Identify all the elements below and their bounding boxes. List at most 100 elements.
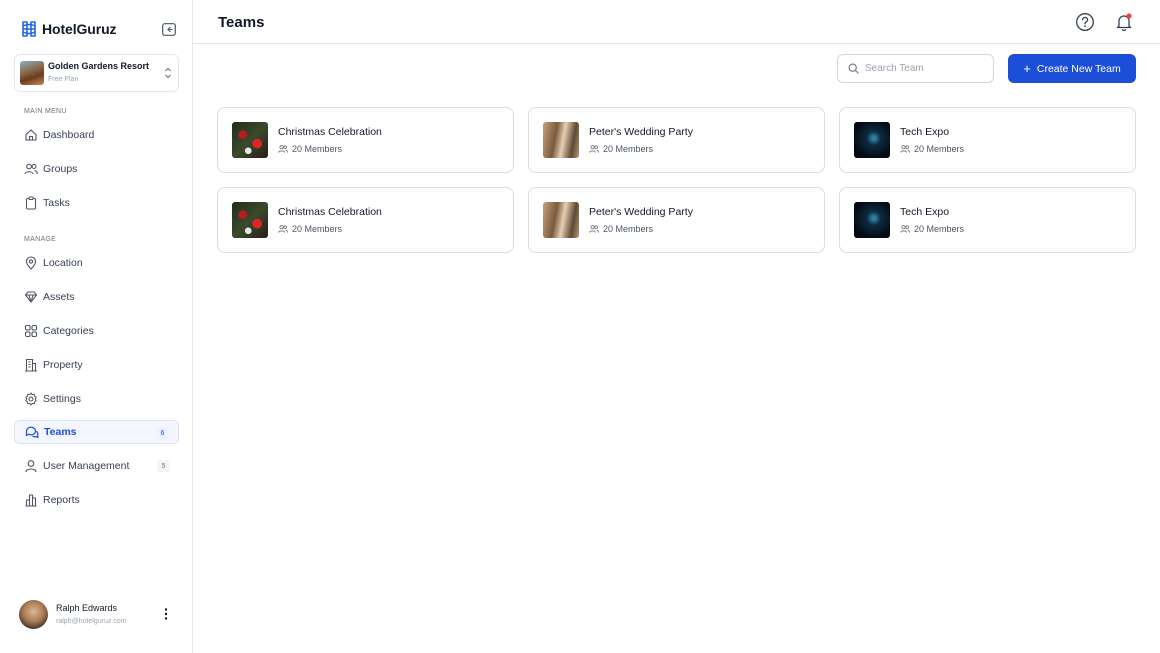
logo-icon: [22, 21, 36, 37]
users-icon: [900, 145, 910, 153]
users-icon: [589, 225, 599, 233]
team-name: Peter's Wedding Party: [589, 126, 693, 138]
sidebar-item-reports[interactable]: Reports: [14, 488, 179, 512]
notification-dot: [1126, 13, 1132, 19]
sidebar-item-label: Assets: [43, 291, 75, 303]
sidebar-item-label: Categories: [43, 325, 94, 337]
main-menu-label: MAIN MENU: [24, 108, 67, 115]
team-name: Christmas Celebration: [278, 126, 382, 138]
sidebar: HotelGuruz Golden Gardens Resort Free Pl…: [0, 0, 193, 653]
team-image: [543, 122, 579, 158]
sidebar-item-assets[interactable]: Assets: [14, 285, 179, 309]
page-title: Teams: [218, 14, 265, 31]
sidebar-item-teams[interactable]: Teams 6: [14, 420, 179, 444]
home-icon: [24, 128, 38, 142]
team-card[interactable]: Tech Expo 20 Members: [839, 107, 1136, 173]
sidebar-item-groups[interactable]: Groups: [14, 157, 179, 181]
diamond-icon: [24, 290, 38, 304]
map-pin-icon: [24, 256, 38, 270]
team-image: [543, 202, 579, 238]
team-card[interactable]: Tech Expo 20 Members: [839, 187, 1136, 253]
team-card[interactable]: Peter's Wedding Party 20 Members: [528, 107, 825, 173]
team-image: [232, 122, 268, 158]
users-icon: [589, 145, 599, 153]
bar-chart-icon: [24, 493, 38, 507]
sidebar-item-label: Property: [43, 359, 83, 371]
sidebar-item-categories[interactable]: Categories: [14, 319, 179, 343]
team-members-count: 20 Members: [292, 224, 343, 234]
create-new-team-button[interactable]: + Create New Team: [1008, 54, 1136, 83]
users-icon: [278, 225, 288, 233]
sidebar-item-label: Reports: [43, 494, 80, 506]
hotel-thumbnail: [20, 61, 44, 85]
sidebar-item-label: Dashboard: [43, 129, 95, 141]
team-members-count: 20 Members: [603, 224, 654, 234]
grid-icon: [24, 324, 38, 338]
user-management-count-badge: 5: [157, 460, 170, 472]
users-icon: [24, 162, 38, 176]
sidebar-item-user-management[interactable]: User Management 5: [14, 454, 179, 478]
hotel-switcher[interactable]: Golden Gardens Resort Free Plan: [14, 54, 179, 92]
gear-icon: [24, 392, 38, 406]
team-image: [854, 202, 890, 238]
users-icon: [900, 225, 910, 233]
team-card[interactable]: Christmas Celebration 20 Members: [217, 187, 514, 253]
team-members: 20 Members: [278, 223, 342, 235]
sidebar-item-label: Settings: [43, 393, 81, 405]
sidebar-item-label: Tasks: [43, 197, 70, 209]
sidebar-item-tasks[interactable]: Tasks: [14, 191, 179, 215]
app-logo[interactable]: HotelGuruz: [20, 19, 117, 39]
sidebar-item-property[interactable]: Property: [14, 353, 179, 377]
clipboard-icon: [24, 196, 38, 210]
sidebar-item-label: Location: [43, 257, 83, 269]
users-icon: [278, 145, 288, 153]
building-icon: [24, 358, 38, 372]
team-members: 20 Members: [589, 223, 653, 235]
user-icon: [24, 459, 38, 473]
team-members-count: 20 Members: [914, 224, 965, 234]
manage-label: MANAGE: [24, 236, 57, 243]
sidebar-item-settings[interactable]: Settings: [14, 387, 179, 411]
team-card[interactable]: Christmas Celebration 20 Members: [217, 107, 514, 173]
chevron-up-down-icon: [165, 67, 171, 79]
team-members: 20 Members: [900, 223, 964, 235]
more-options-icon[interactable]: [162, 607, 170, 621]
search-input[interactable]: [865, 63, 985, 74]
team-members: 20 Members: [589, 143, 653, 155]
search-field[interactable]: [837, 54, 994, 83]
bell-icon[interactable]: [1114, 12, 1134, 32]
collapse-sidebar-icon[interactable]: [162, 23, 176, 36]
team-name: Tech Expo: [900, 206, 950, 218]
search-icon: [848, 63, 859, 74]
user-name: Ralph Edwards: [56, 603, 118, 613]
hotel-plan: Free Plan: [48, 76, 79, 83]
user-email: ralph@hotelguruz.com: [56, 618, 127, 625]
hotel-name: Golden Gardens Resort: [48, 61, 150, 71]
sidebar-item-label: Groups: [43, 163, 78, 175]
sidebar-item-location[interactable]: Location: [14, 251, 179, 275]
plus-icon: +: [1023, 61, 1031, 76]
top-bar: Teams: [193, 0, 1160, 44]
team-name: Peter's Wedding Party: [589, 206, 693, 218]
sidebar-item-dashboard[interactable]: Dashboard: [14, 123, 179, 147]
team-name: Tech Expo: [900, 126, 950, 138]
teams-count-badge: 6: [156, 427, 169, 439]
team-name: Christmas Celebration: [278, 206, 382, 218]
chat-bubbles-icon: [25, 425, 39, 439]
sidebar-item-label: User Management: [43, 460, 130, 472]
sidebar-item-label: Teams: [44, 426, 77, 438]
app-window: HotelGuruz Golden Gardens Resort Free Pl…: [0, 0, 1160, 653]
create-new-team-label: Create New Team: [1036, 62, 1121, 75]
team-members: 20 Members: [278, 143, 342, 155]
team-card[interactable]: Peter's Wedding Party 20 Members: [528, 187, 825, 253]
team-members-count: 20 Members: [603, 144, 654, 154]
team-members-count: 20 Members: [292, 144, 343, 154]
avatar: [19, 600, 48, 629]
app-name: HotelGuruz: [42, 21, 117, 37]
help-icon[interactable]: [1075, 12, 1095, 32]
user-profile[interactable]: Ralph Edwards ralph@hotelguruz.com: [19, 600, 179, 630]
team-image: [232, 202, 268, 238]
team-members-count: 20 Members: [914, 144, 965, 154]
team-members: 20 Members: [900, 143, 964, 155]
team-image: [854, 122, 890, 158]
